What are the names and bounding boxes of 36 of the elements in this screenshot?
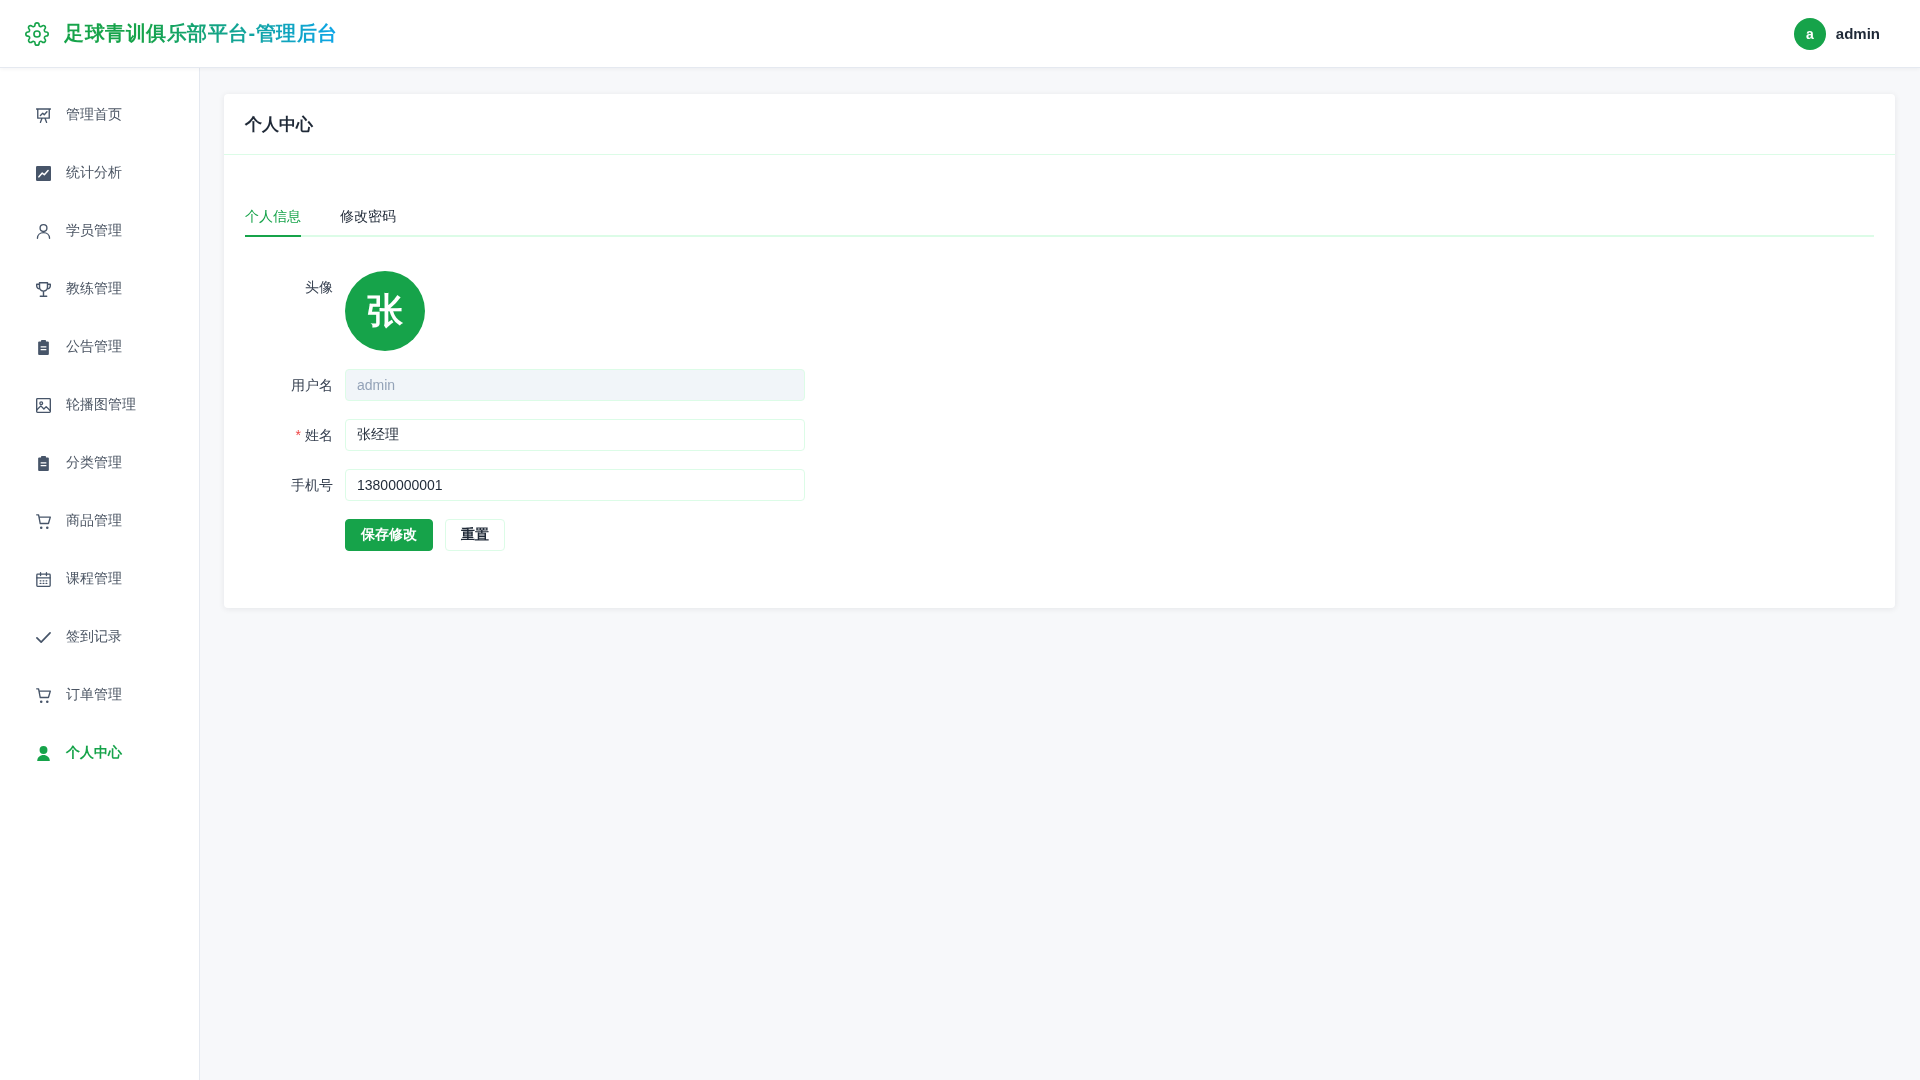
- sidebar-item[interactable]: 课程管理: [0, 550, 199, 608]
- cart-icon: [36, 513, 51, 529]
- image-icon: [36, 397, 51, 413]
- calendar-icon: [36, 571, 51, 587]
- page-title: 个人中心: [245, 113, 313, 136]
- presentation-board-icon: [36, 107, 51, 123]
- sidebar-item[interactable]: 订单管理: [0, 666, 199, 724]
- clipboard-icon: [36, 455, 51, 471]
- sidebar-item[interactable]: 分类管理: [0, 434, 199, 492]
- required-asterisk: *: [295, 426, 301, 445]
- check-icon: [36, 629, 51, 645]
- input-field[interactable]: 张经理: [345, 419, 805, 451]
- tab[interactable]: 修改密码: [340, 199, 396, 237]
- sidebar-item[interactable]: 统计分析: [0, 144, 199, 202]
- sidebar-item[interactable]: 学员管理: [0, 202, 199, 260]
- gear-icon: [25, 21, 49, 46]
- reset-button[interactable]: 重置: [445, 519, 505, 551]
- clipboard-icon: [36, 339, 51, 355]
- field-label: 用户名: [291, 376, 333, 395]
- chart-icon: [36, 165, 51, 181]
- field-label: 手机号: [291, 476, 333, 495]
- input-field[interactable]: 13800000001: [345, 469, 805, 501]
- sidebar-item[interactable]: 轮播图管理: [0, 376, 199, 434]
- app-title: 足球青训俱乐部平台-管理后台: [64, 20, 338, 47]
- sidebar-item[interactable]: 签到记录: [0, 608, 199, 666]
- sidebar-item[interactable]: 公告管理: [0, 318, 199, 376]
- cart-icon: [36, 687, 51, 703]
- trophy-icon: [36, 281, 51, 297]
- field-label: 头像: [305, 278, 333, 297]
- sidebar-item[interactable]: 教练管理: [0, 260, 199, 318]
- sidebar-item[interactable]: 商品管理: [0, 492, 199, 550]
- sidebar-item[interactable]: 管理首页: [0, 86, 199, 144]
- user-icon: [36, 745, 51, 761]
- user-name[interactable]: admin: [1835, 25, 1880, 42]
- field-label: 姓名: [305, 426, 333, 445]
- user-icon: [36, 223, 51, 239]
